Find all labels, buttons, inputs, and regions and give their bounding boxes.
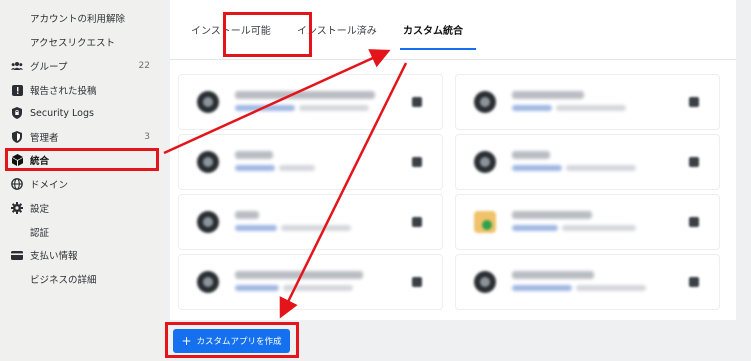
integration-card[interactable]	[455, 254, 720, 310]
blurred-app-meta	[281, 225, 351, 231]
blurred-app-name	[235, 151, 273, 159]
blurred-app-owner	[512, 225, 558, 231]
blurred-app-owner	[512, 105, 552, 111]
app-logo-icon	[197, 211, 219, 233]
gear-icon	[11, 202, 23, 214]
blurred-app-meta	[576, 285, 646, 291]
sidebar-item-label: 支払い情報	[30, 251, 78, 262]
app-logo-icon	[474, 151, 496, 173]
app-logo-icon	[474, 271, 496, 293]
sidebar-item-domains[interactable]: ドメイン	[0, 173, 160, 195]
sidebar-item-label: 報告された投稿	[30, 86, 97, 97]
app-logo-icon	[197, 151, 219, 173]
sidebar-item-groups[interactable]: グループ 22	[0, 55, 160, 77]
card-menu-button[interactable]	[689, 97, 699, 107]
tab-custom-integrations[interactable]: カスタム統合	[403, 22, 463, 37]
sidebar-item-security-logs[interactable]: Security Logs	[0, 102, 160, 124]
card-menu-button[interactable]	[689, 157, 699, 167]
sidebar-item-authentication[interactable]: 認証	[0, 221, 160, 243]
sidebar-item-label: 認証	[30, 228, 50, 239]
count-badge: 3	[144, 132, 150, 142]
integration-card[interactable]	[178, 134, 443, 190]
credit-card-icon	[11, 249, 23, 261]
sidebar-item-reported-posts[interactable]: 報告された投稿	[0, 79, 160, 101]
sidebar-item-label: 管理者	[30, 133, 59, 144]
blurred-app-meta	[566, 165, 636, 171]
sidebar-item-label: ビジネスの詳細	[30, 275, 97, 286]
card-menu-button[interactable]	[412, 217, 422, 227]
card-menu-button[interactable]	[412, 157, 422, 167]
app-logo-icon	[474, 211, 496, 233]
blurred-app-name	[235, 211, 259, 219]
blurred-app-meta	[279, 165, 315, 171]
globe-icon	[11, 178, 23, 190]
blurred-app-name	[512, 271, 594, 279]
count-badge: 22	[138, 61, 150, 71]
blurred-app-meta	[556, 105, 626, 111]
card-menu-button[interactable]	[412, 277, 422, 287]
app-logo-icon	[474, 91, 496, 113]
blurred-app-meta	[562, 225, 636, 231]
highlight-box-integrations	[5, 148, 159, 171]
blurred-app-name	[235, 271, 363, 279]
sidebar-item-label: ドメイン	[30, 180, 69, 191]
highlight-box-create-button	[165, 322, 299, 358]
blurred-app-owner	[235, 105, 295, 111]
users-icon	[11, 60, 23, 72]
shield-lock-icon	[11, 107, 23, 119]
blurred-app-name	[512, 91, 584, 99]
blurred-app-name	[512, 151, 550, 159]
shield-icon	[11, 131, 23, 143]
blurred-app-owner	[235, 225, 277, 231]
card-menu-button[interactable]	[412, 97, 422, 107]
app-logo-icon	[197, 91, 219, 113]
sidebar-item-access-requests[interactable]: アクセスリクエスト	[0, 31, 160, 53]
blurred-app-meta	[283, 285, 353, 291]
highlight-box-custom-tab	[223, 12, 312, 57]
integration-card[interactable]	[455, 134, 720, 190]
sidebar-item-label: アクセスリクエスト	[30, 38, 116, 49]
sidebar-item-billing[interactable]: 支払い情報	[0, 244, 160, 266]
sidebar-item-label: Security Logs	[30, 107, 94, 119]
sidebar-item-account-deactivation[interactable]: アカウントの利用解除	[0, 7, 160, 29]
blurred-app-meta	[299, 105, 369, 111]
sidebar-item-label: アカウントの利用解除	[30, 14, 126, 25]
sidebar: アカウントの利用解除 アクセスリクエスト グループ 22 報告された投稿 Sec…	[0, 0, 165, 361]
blurred-app-owner	[235, 285, 279, 291]
integration-card[interactable]	[178, 74, 443, 130]
integrations-grid	[170, 62, 736, 320]
app-logo-icon	[197, 271, 219, 293]
card-menu-button[interactable]	[689, 277, 699, 287]
flag-icon	[11, 84, 23, 96]
blurred-app-name	[235, 91, 375, 99]
integration-card[interactable]	[178, 194, 443, 250]
blurred-app-owner	[512, 285, 572, 291]
sidebar-item-label: 設定	[30, 204, 50, 215]
integration-card[interactable]	[178, 254, 443, 310]
sidebar-item-admins[interactable]: 管理者 3	[0, 126, 160, 148]
sidebar-item-settings[interactable]: 設定	[0, 197, 160, 219]
sidebar-item-business-details[interactable]: ビジネスの詳細	[0, 268, 160, 290]
active-tab-indicator	[400, 48, 476, 50]
integration-card[interactable]	[455, 194, 720, 250]
integration-card[interactable]	[455, 74, 720, 130]
blurred-app-name	[512, 211, 592, 219]
blurred-app-owner	[235, 165, 275, 171]
sidebar-item-label: グループ	[30, 62, 68, 73]
blurred-app-owner	[512, 165, 562, 171]
card-menu-button[interactable]	[689, 217, 699, 227]
